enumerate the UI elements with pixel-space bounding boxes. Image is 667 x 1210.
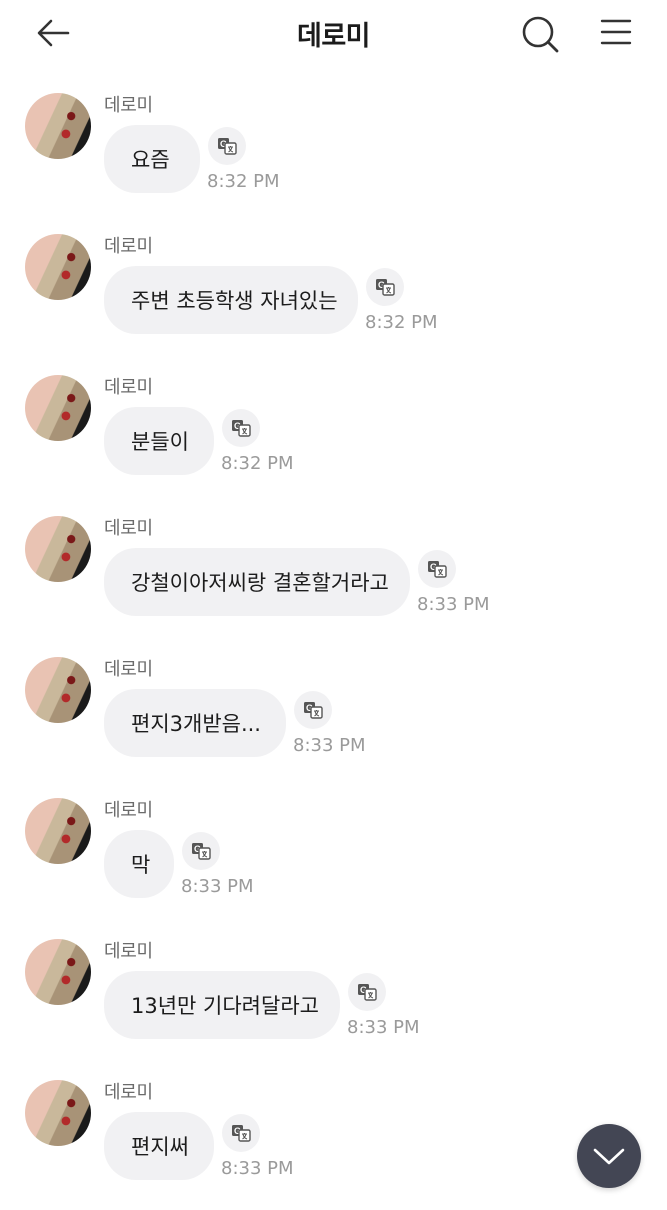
translate-button[interactable]: G (348, 973, 386, 1011)
message-time: 8:32 PM (221, 453, 294, 474)
sender-name: 데로미 (104, 941, 153, 962)
message-bubble[interactable]: 요즘 (104, 125, 200, 193)
translate-button[interactable]: G (182, 832, 220, 870)
sender-name: 데로미 (104, 1082, 153, 1103)
translate-icon: G (304, 702, 323, 719)
translate-button[interactable]: G (418, 550, 456, 588)
translate-icon: G (232, 1125, 251, 1142)
sender-name: 데로미 (104, 236, 153, 257)
message-item: 데로미막 G 8:33 PM (0, 798, 667, 928)
avatar[interactable] (25, 1080, 91, 1146)
avatar[interactable] (25, 234, 91, 300)
message-item: 데로미주변 초등학생 자녀있는 G 8:32 PM (0, 234, 667, 364)
sender-name: 데로미 (104, 95, 153, 116)
message-time: 8:33 PM (347, 1017, 420, 1038)
avatar[interactable] (25, 939, 91, 1005)
chevron-down-icon (593, 1148, 625, 1165)
avatar[interactable] (25, 516, 91, 582)
translate-button[interactable]: G (222, 409, 260, 447)
message-item: 데로미 13년만 기다려달라고 G 8:33 PM (0, 939, 667, 1069)
hamburger-menu-icon (600, 19, 632, 45)
translate-icon: G (376, 279, 395, 296)
message-item: 데로미분들이 G 8:32 PM (0, 375, 667, 505)
arrow-left-icon (37, 19, 70, 47)
translate-icon: G (358, 984, 377, 1001)
message-item: 데로미편지3개받음... G 8:33 PM (0, 657, 667, 787)
sender-name: 데로미 (104, 518, 153, 539)
message-bubble[interactable]: 편지써 (104, 1112, 214, 1180)
translate-icon: G (232, 420, 251, 437)
translate-button[interactable]: G (366, 268, 404, 306)
translate-icon: G (218, 138, 237, 155)
back-button[interactable] (30, 10, 76, 56)
message-bubble[interactable]: 편지3개받음... (104, 689, 286, 757)
search-icon (522, 16, 559, 53)
avatar[interactable] (25, 798, 91, 864)
avatar[interactable] (25, 657, 91, 723)
message-time: 8:32 PM (365, 312, 438, 333)
scroll-to-bottom-button[interactable] (577, 1124, 641, 1188)
translate-button[interactable]: G (222, 1114, 260, 1152)
translate-button[interactable]: G (294, 691, 332, 729)
message-bubble[interactable]: 13년만 기다려달라고 (104, 971, 340, 1039)
translate-icon: G (428, 561, 447, 578)
avatar[interactable] (25, 375, 91, 441)
chat-header: 데로미 (0, 0, 667, 66)
sender-name: 데로미 (104, 800, 153, 821)
message-bubble[interactable]: 막 (104, 830, 174, 898)
message-time: 8:33 PM (417, 594, 490, 615)
message-time: 8:32 PM (207, 171, 280, 192)
search-button[interactable] (514, 8, 566, 60)
message-bubble[interactable]: 강철이아저씨랑 결혼할거라고 (104, 548, 410, 616)
translate-icon: G (192, 843, 211, 860)
message-time: 8:33 PM (221, 1158, 294, 1179)
message-item: 데로미강철이아저씨랑 결혼할거라고 G 8:33 PM (0, 516, 667, 646)
message-bubble[interactable]: 분들이 (104, 407, 214, 475)
message-time: 8:33 PM (293, 735, 366, 756)
avatar[interactable] (25, 93, 91, 159)
message-bubble[interactable]: 주변 초등학생 자녀있는 (104, 266, 358, 334)
menu-button[interactable] (592, 8, 640, 56)
message-item: 데로미요즘 G 8:32 PM (0, 93, 667, 223)
sender-name: 데로미 (104, 377, 153, 398)
sender-name: 데로미 (104, 659, 153, 680)
message-time: 8:33 PM (181, 876, 254, 897)
message-item: 데로미편지써 G 8:33 PM (0, 1080, 667, 1210)
translate-button[interactable]: G (208, 127, 246, 165)
chat-title: 데로미 (296, 21, 371, 52)
